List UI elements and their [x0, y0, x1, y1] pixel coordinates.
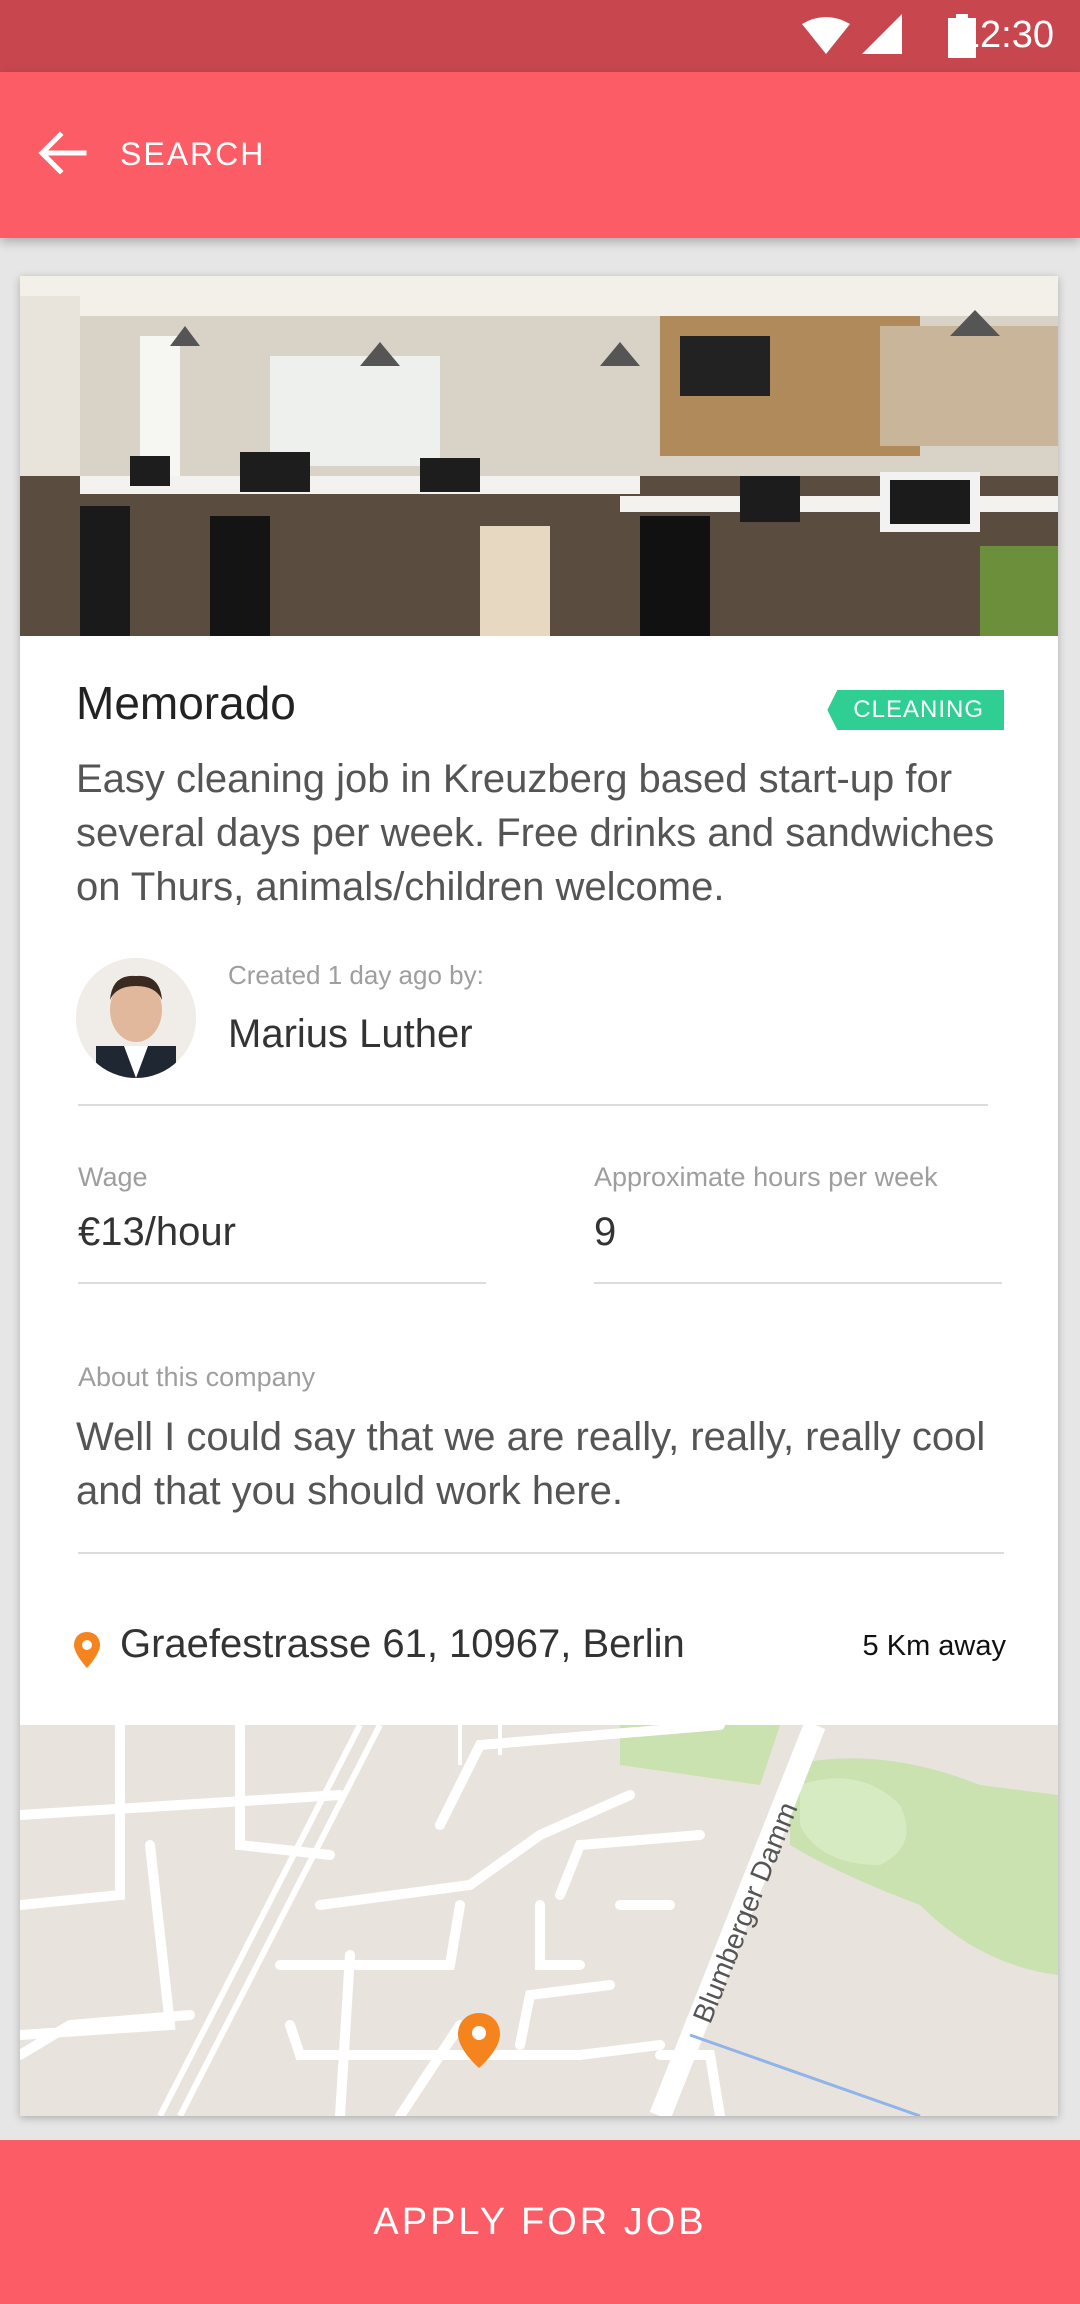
about-label: About this company	[78, 1362, 316, 1392]
clock: 12:30	[958, 14, 1054, 56]
wifi-icon	[802, 17, 850, 54]
apply-button-label: APPLY FOR JOB	[373, 2201, 707, 2243]
divider	[78, 1104, 988, 1106]
person-icon	[76, 958, 196, 1078]
wage-value: €13/hour	[78, 1210, 236, 1254]
wage-underline	[78, 1282, 486, 1284]
apply-button[interactable]: APPLY FOR JOB	[0, 2140, 1080, 2304]
app-bar: SEARCH	[0, 72, 1080, 238]
divider	[78, 1552, 1004, 1554]
category-tag: CLEANING	[827, 690, 1004, 730]
hours-label: Approximate hours per week	[594, 1162, 938, 1192]
hours-value: 9	[594, 1210, 617, 1254]
job-description: Easy cleaning job in Kreuzberg based sta…	[76, 757, 995, 909]
app-bar-title[interactable]: SEARCH	[120, 136, 265, 173]
signal-icon	[862, 14, 902, 54]
map-canvas[interactable]: Blumberger Damm	[20, 1725, 1058, 2116]
address-text[interactable]: Graefestrasse 61, 10967, Berlin	[120, 1622, 685, 1667]
location-pin-icon	[74, 1632, 100, 1668]
company-name: Memorado	[76, 677, 296, 729]
hours-underline	[594, 1282, 1002, 1284]
wage-label: Wage	[78, 1162, 148, 1192]
created-label: Created 1 day ago by:	[228, 960, 484, 990]
status-icons	[802, 14, 902, 54]
status-bar: 12:30	[0, 0, 1080, 72]
office-photo	[20, 276, 1058, 636]
map-view[interactable]: Blumberger Damm	[20, 1725, 1058, 2116]
distance-text: 5 Km away	[862, 1630, 1006, 1662]
job-card: Memorado CLEANING Easy cleaning job in K…	[20, 276, 1058, 2116]
avatar[interactable]	[76, 958, 196, 1078]
arrow-back-icon[interactable]	[34, 125, 90, 181]
author-name[interactable]: Marius Luther	[228, 1012, 473, 1057]
about-text: Well I could say that we are really, rea…	[76, 1415, 986, 1513]
